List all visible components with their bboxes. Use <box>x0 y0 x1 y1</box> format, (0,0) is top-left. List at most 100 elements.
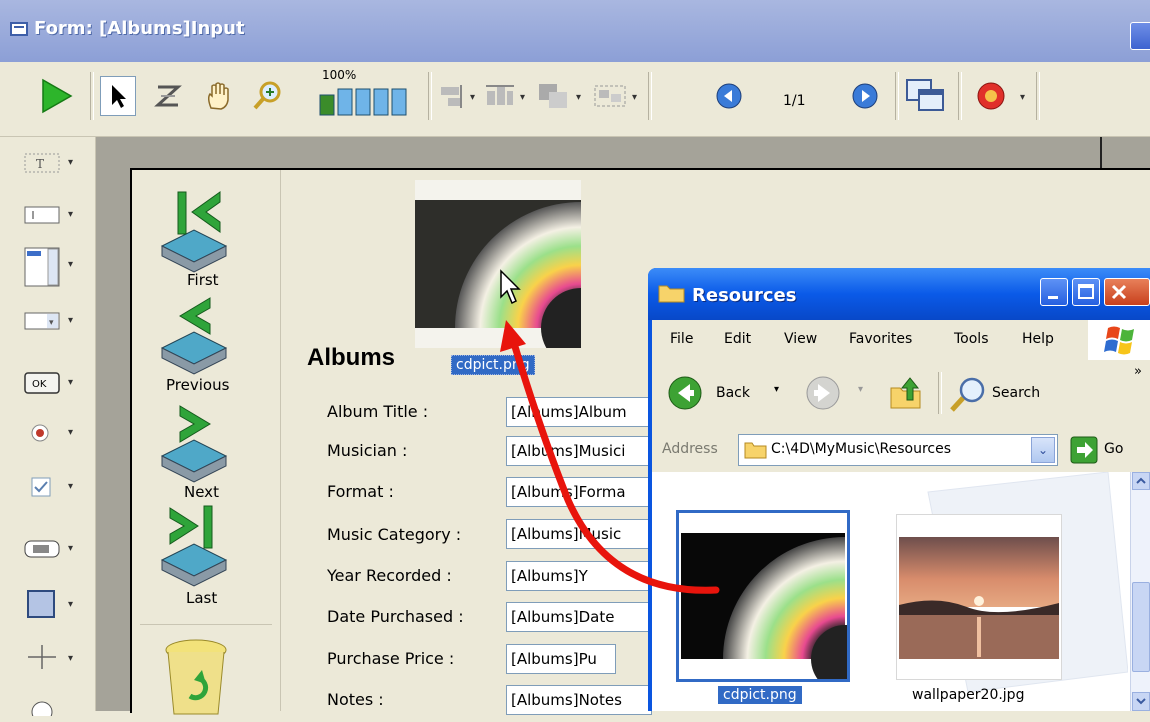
field-tool-dropdown-arrow-icon[interactable]: ▾ <box>68 209 73 220</box>
arrange-dropdown-arrow-icon[interactable]: ▾ <box>576 92 581 103</box>
menu-favorites[interactable]: Favorites <box>849 331 912 347</box>
go-button[interactable] <box>1070 436 1098 468</box>
align-dropdown-arrow-icon[interactable]: ▾ <box>470 92 475 103</box>
toolbar-separator <box>648 72 652 120</box>
more-tools-button[interactable] <box>22 693 62 721</box>
distribute-dropdown-arrow-icon[interactable]: ▾ <box>520 92 525 103</box>
menu-tools[interactable]: Tools <box>954 331 989 347</box>
rectangle-tool-button[interactable] <box>22 587 62 621</box>
file-name-cdpict[interactable]: cdpict.png <box>718 686 802 704</box>
back-label[interactable]: Back <box>716 385 750 401</box>
search-button[interactable] <box>948 374 988 418</box>
rectangle-tool-dropdown-arrow-icon[interactable]: ▾ <box>68 599 73 610</box>
file-name-wallpaper[interactable]: wallpaper20.jpg <box>912 687 1024 703</box>
list-box-tool-button[interactable] <box>22 245 62 289</box>
toolbar-chevron[interactable]: » <box>1134 364 1142 379</box>
up-folder-button[interactable] <box>888 374 924 416</box>
svg-text:▾: ▾ <box>49 318 54 328</box>
combo-tool-button[interactable]: ▾ <box>22 307 62 335</box>
button-tool-dropdown-arrow-icon[interactable]: ▾ <box>68 377 73 388</box>
folder-icon <box>658 285 685 303</box>
next-record-icon <box>160 405 228 483</box>
previous-record-button[interactable] <box>156 294 232 382</box>
zoom-tool-button[interactable] <box>250 76 286 116</box>
maximize-icon <box>1078 284 1094 299</box>
text-tool-button[interactable]: T <box>22 149 62 177</box>
minimize-button[interactable] <box>1040 278 1068 306</box>
toolbar-separator <box>428 72 432 120</box>
format-field[interactable]: [Albums]Forma <box>506 477 652 507</box>
line-tool-dropdown-arrow-icon[interactable]: ▾ <box>68 653 73 664</box>
forward-dropdown-arrow-icon[interactable]: ▾ <box>858 384 863 395</box>
list-box-dropdown-arrow-icon[interactable]: ▾ <box>68 259 73 270</box>
chevron-down-icon: ⌄ <box>1037 443 1049 457</box>
explorer-file-view[interactable]: cdpict.png wallpaper20.jpg <box>652 472 1130 711</box>
object-methods-button[interactable] <box>974 76 1008 116</box>
align-tool-button[interactable] <box>436 76 466 116</box>
album-title-field[interactable]: [Albums]Album <box>506 397 652 427</box>
combo-box-icon: ▾ <box>24 312 60 330</box>
form-properties-button[interactable] <box>904 76 948 116</box>
purchase-price-field[interactable]: [Albums]Pu <box>506 644 616 674</box>
entry-order-tool-button[interactable] <box>150 76 186 116</box>
menu-view[interactable]: View <box>784 331 817 347</box>
file-view-scrollbar[interactable] <box>1130 472 1150 711</box>
scroll-up-button[interactable] <box>1132 472 1150 490</box>
date-purchased-field[interactable]: [Albums]Date <box>506 602 652 632</box>
group-tool-button[interactable] <box>592 76 628 116</box>
run-form-button[interactable] <box>38 76 74 116</box>
button-tool-button[interactable]: OK <box>22 369 62 397</box>
maximize-button[interactable] <box>1072 278 1100 306</box>
cd-picture-image <box>415 200 621 368</box>
group-dropdown-arrow-icon[interactable]: ▾ <box>632 92 637 103</box>
next-record-button[interactable] <box>156 402 232 490</box>
zoom-level-selector[interactable] <box>318 84 422 118</box>
back-button[interactable] <box>666 374 704 416</box>
scroll-down-button[interactable] <box>1132 692 1150 711</box>
explorer-titlebar[interactable]: Resources <box>648 268 1150 320</box>
address-dropdown-button[interactable]: ⌄ <box>1031 437 1055 463</box>
text-tool-dropdown-arrow-icon[interactable]: ▾ <box>68 157 73 168</box>
file-thumbnail-wallpaper[interactable] <box>896 514 1062 680</box>
year-recorded-field[interactable]: [Albums]Y <box>506 561 652 591</box>
combo-tool-dropdown-arrow-icon[interactable]: ▾ <box>68 315 73 326</box>
music-category-field[interactable]: [Albums]Music <box>506 519 652 549</box>
picture-field[interactable] <box>415 180 621 368</box>
line-tool-button[interactable] <box>22 643 62 671</box>
go-label[interactable]: Go <box>1104 441 1123 457</box>
previous-button-label: Previous <box>166 376 230 394</box>
distribute-tool-button[interactable] <box>484 76 516 116</box>
tab-control-tool-button[interactable] <box>22 535 62 563</box>
arrange-tool-button[interactable] <box>536 76 572 116</box>
toolbar-separator <box>895 72 899 120</box>
address-input[interactable]: C:\4D\MyMusic\Resources ⌄ <box>738 434 1058 466</box>
first-record-button[interactable] <box>156 186 232 280</box>
next-page-button[interactable] <box>848 76 882 116</box>
tab-control-dropdown-arrow-icon[interactable]: ▾ <box>68 543 73 554</box>
previous-page-button[interactable] <box>712 76 746 116</box>
delete-record-button[interactable] <box>162 638 232 722</box>
menu-help[interactable]: Help <box>1022 331 1054 347</box>
menu-file[interactable]: File <box>670 331 693 347</box>
menu-edit[interactable]: Edit <box>724 331 751 347</box>
forward-button[interactable] <box>804 374 842 416</box>
main-window-titlebar[interactable]: Form: [Albums]Input <box>0 0 1150 63</box>
album-title-label: Album Title : <box>327 402 429 421</box>
forward-arrow-icon <box>806 376 840 410</box>
methods-dropdown-arrow-icon[interactable]: ▾ <box>1020 92 1025 103</box>
close-button[interactable] <box>1104 278 1150 306</box>
radio-tool-dropdown-arrow-icon[interactable]: ▾ <box>68 427 73 438</box>
search-label[interactable]: Search <box>992 385 1040 401</box>
checkbox-tool-dropdown-arrow-icon[interactable]: ▾ <box>68 481 73 492</box>
scroll-thumb[interactable] <box>1132 582 1150 672</box>
radio-tool-button[interactable] <box>22 419 62 447</box>
window-minimize-button[interactable] <box>1130 22 1150 50</box>
checkbox-tool-button[interactable] <box>22 473 62 501</box>
hand-tool-button[interactable] <box>200 76 236 116</box>
field-tool-button[interactable] <box>22 201 62 229</box>
select-tool-button[interactable] <box>100 76 136 116</box>
last-record-button[interactable] <box>156 504 232 594</box>
back-dropdown-arrow-icon[interactable]: ▾ <box>774 384 779 395</box>
musician-field[interactable]: [Albums]Musici <box>506 436 652 466</box>
file-thumbnail-cdpict[interactable] <box>676 510 879 693</box>
